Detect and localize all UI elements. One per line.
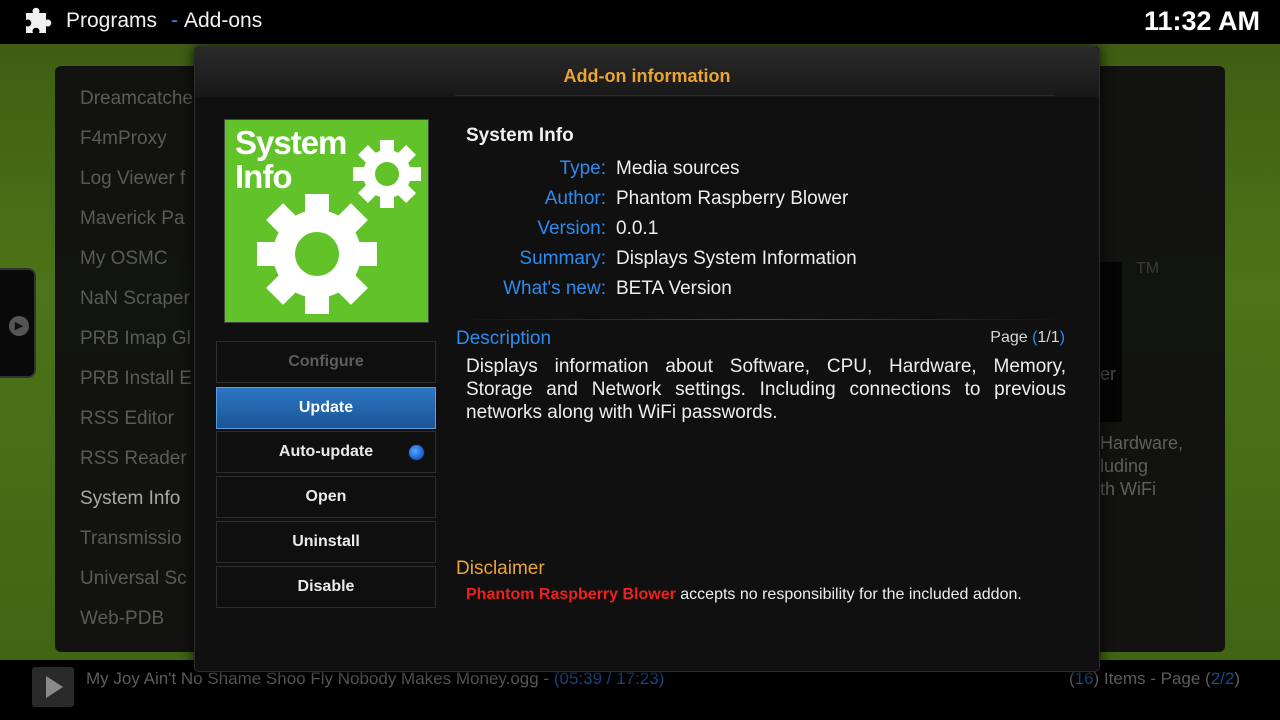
paren: ) (1059, 329, 1065, 346)
description-heading: Description (456, 328, 552, 349)
addon-icon-text-line: System (235, 124, 347, 161)
addon-list: Dreamcatcher F4mProxy Log Viewer f Maver… (80, 88, 199, 648)
description-text[interactable]: Displays information about Software, CPU… (466, 355, 1066, 424)
top-bar: Programs - Add-ons 11:32 AM (0, 0, 1280, 44)
configure-button[interactable]: Configure (216, 341, 436, 383)
page-value: 2/2 (1210, 669, 1235, 688)
disclaimer-author: Phantom Raspberry Blower (466, 586, 676, 603)
now-playing: My Joy Ain't No Shame Shoo Fly Nobody Ma… (86, 669, 664, 689)
type-label: Type: (559, 158, 606, 179)
disable-button[interactable]: Disable (216, 566, 436, 608)
items-count: (16) Items - Page (2/2) (1069, 669, 1240, 689)
list-item[interactable]: PRB Imap Gl (80, 328, 199, 368)
addon-info-dialog: Add-on information System Info Configure… (194, 46, 1100, 672)
uninstall-button[interactable]: Uninstall (216, 521, 436, 563)
page-value: 1/1 (1037, 329, 1060, 346)
title-separator: - (171, 9, 178, 32)
list-item[interactable]: PRB Install E (80, 368, 199, 408)
list-item[interactable]: Maverick Pa (80, 208, 199, 248)
author-label: Author: (544, 188, 606, 209)
background-partial-text: er (1100, 364, 1117, 384)
chevron-right-icon: ▶ (9, 316, 29, 336)
auto-update-toggle[interactable]: Auto-update (216, 431, 436, 473)
whats-new-value: BETA Version (616, 278, 732, 299)
page-indicator: Page (1/1) (990, 329, 1065, 347)
paren: ) (1234, 669, 1240, 688)
background-description: Hardware, luding th WiFi (1100, 432, 1183, 501)
page-label: Page (990, 329, 1033, 346)
puzzle-piece-icon (26, 7, 52, 33)
list-item[interactable]: Dreamcatcher (80, 88, 199, 128)
open-button[interactable]: Open (216, 476, 436, 518)
version-value: 0.0.1 (616, 218, 659, 239)
whats-new-label: What's new: (503, 278, 606, 299)
disclaimer-heading: Disclaimer (456, 558, 545, 579)
summary-value: Displays System Information (616, 248, 857, 269)
dialog-title: Add-on information (563, 66, 731, 86)
divider (456, 319, 1066, 320)
background-thumbnail (1098, 262, 1122, 422)
background-desc-line: th WiFi (1100, 479, 1156, 499)
background-desc-line: Hardware, (1100, 433, 1184, 453)
list-item[interactable]: Transmissio (80, 528, 199, 568)
update-button[interactable]: Update (216, 387, 436, 429)
auto-update-label: Auto-update (278, 443, 374, 460)
list-item[interactable]: Web-PDB (80, 608, 199, 648)
clock: 11:32 AM (1143, 6, 1260, 36)
disclaimer-body: accepts no responsibility for the includ… (675, 586, 1022, 603)
author-value: Phantom Raspberry Blower (616, 188, 849, 209)
version-label: Version: (537, 218, 606, 239)
disclaimer-text: Phantom Raspberry Blower accepts no resp… (466, 585, 1026, 605)
background-tm-text: TM (1136, 260, 1160, 277)
addon-name: System Info (466, 125, 574, 146)
play-button[interactable] (32, 667, 74, 707)
divider (455, 95, 1055, 96)
summary-label: Summary: (519, 248, 606, 269)
list-item[interactable]: F4mProxy (80, 128, 199, 168)
radio-on-icon (408, 444, 425, 461)
list-item[interactable]: Log Viewer f (80, 168, 199, 208)
window-subtitle: Add-ons (184, 9, 263, 32)
list-item[interactable]: Universal Sc (80, 568, 199, 608)
type-value: Media sources (616, 158, 740, 179)
items-label: ) Items - Page ( (1093, 669, 1211, 688)
list-item[interactable]: NaN Scraper (80, 288, 199, 328)
list-item[interactable]: My OSMC (80, 248, 199, 288)
list-item[interactable]: RSS Editor (80, 408, 199, 448)
side-menu-tab[interactable]: ▶ (0, 268, 36, 378)
list-item-selected[interactable]: System Info (80, 488, 199, 528)
background-desc-line: luding (1100, 456, 1149, 476)
list-item[interactable]: RSS Reader (80, 448, 199, 488)
window-title: Programs (66, 9, 158, 32)
